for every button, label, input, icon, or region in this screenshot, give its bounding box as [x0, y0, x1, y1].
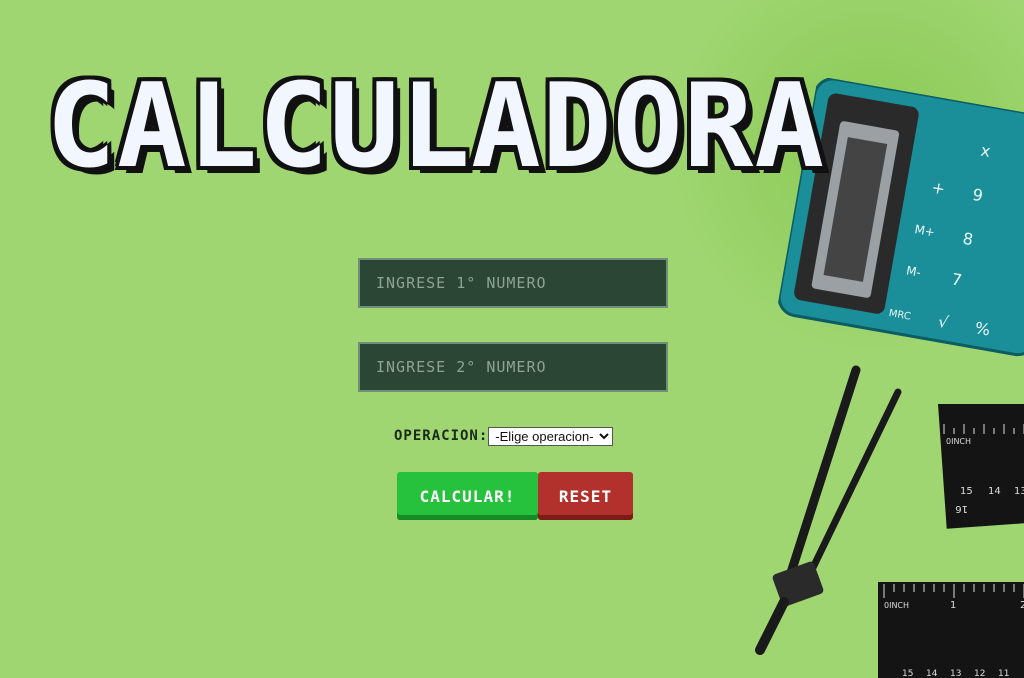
ruler-label: 2 [1020, 600, 1024, 611]
first-number-input[interactable] [358, 258, 668, 308]
operation-select[interactable]: -Elige operacion- [488, 426, 614, 446]
ruler-image: 0INCH 16 15 14 13 [938, 404, 1024, 529]
ruler-image: 0INCH 1 2 11 12 13 14 15 [878, 582, 1024, 678]
operation-row: OPERACION: -Elige operacion- [394, 426, 614, 446]
calculate-button[interactable]: CALCULAR! [397, 472, 538, 520]
ruler-label: 14 [988, 486, 1001, 497]
ruler-label: 0INCH [884, 601, 909, 610]
page-background: x + 9 M+ 8 M- 7 MRC √ % 0INCH 16 15 14 1… [0, 0, 1024, 678]
ruler-label: 13 [950, 669, 961, 678]
second-number-input[interactable] [358, 342, 668, 392]
ruler-label: 0INCH [946, 437, 971, 446]
ruler-label: 1 [950, 600, 956, 611]
ruler-label: 16 [955, 503, 968, 514]
calc-key: % [973, 318, 991, 339]
ruler-label: 15 [902, 669, 913, 678]
ruler-label: 12 [974, 669, 985, 678]
ruler-label: 11 [998, 669, 1009, 678]
ruler-label: 14 [926, 669, 938, 678]
operation-label: OPERACION: [394, 428, 489, 444]
calc-key: M- [905, 263, 922, 279]
reset-button[interactable]: RESET [538, 472, 633, 520]
ruler-label: 13 [1014, 486, 1024, 497]
ruler-label: 15 [960, 486, 973, 497]
page-title: CALCULADORA [46, 59, 826, 194]
